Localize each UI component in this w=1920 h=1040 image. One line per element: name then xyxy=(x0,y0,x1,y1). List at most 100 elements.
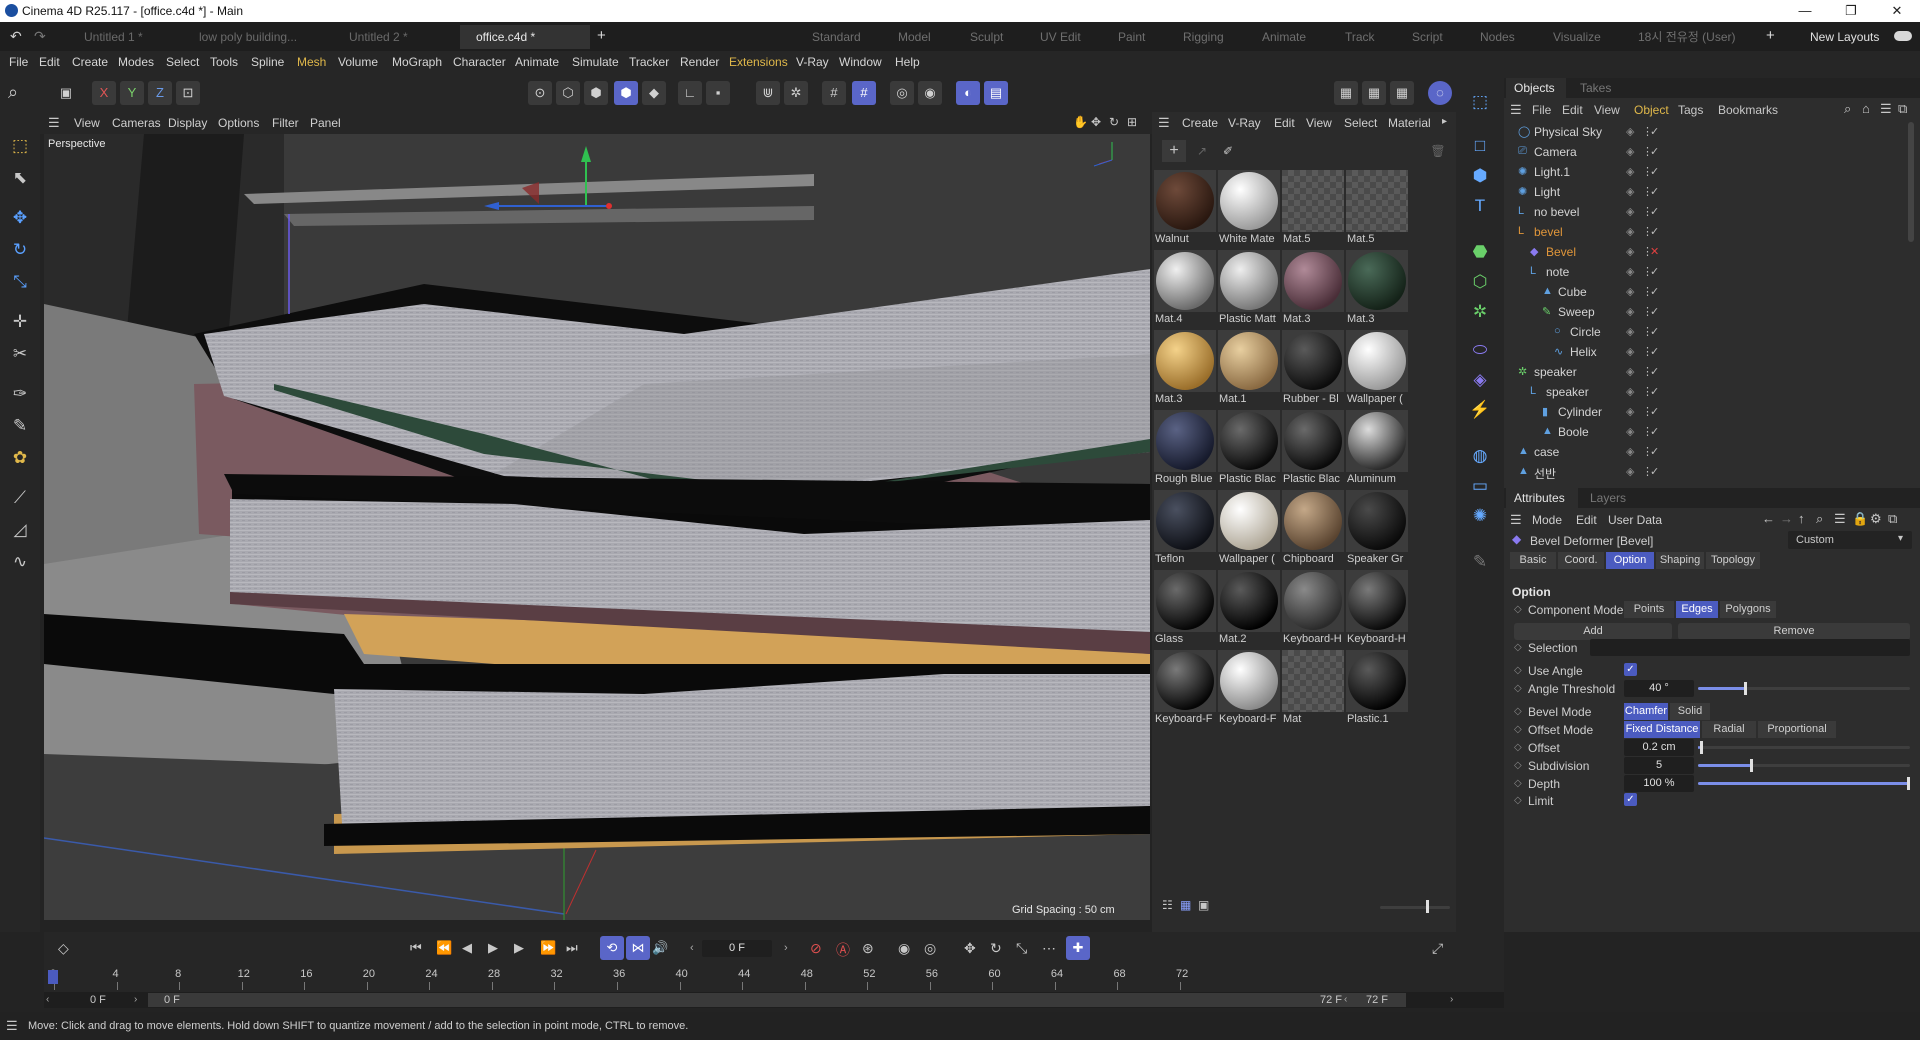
enable-check-icon[interactable]: ✓ xyxy=(1650,345,1659,358)
depth-slider[interactable] xyxy=(1698,782,1910,785)
offset-knob[interactable] xyxy=(1700,741,1704,754)
tag-icon[interactable]: ✎ xyxy=(1466,548,1494,576)
close-button[interactable]: ✕ xyxy=(1874,0,1920,22)
object-name[interactable]: speaker xyxy=(1546,385,1589,399)
layer-icon[interactable]: ◈ xyxy=(1626,145,1634,158)
material-swatch[interactable]: Plastic Matt xyxy=(1218,250,1280,328)
tab-layers[interactable]: Layers xyxy=(1590,491,1626,505)
layer-icon[interactable]: ◈ xyxy=(1626,205,1634,218)
layout-script[interactable]: Script xyxy=(1412,25,1443,49)
keyframe-diamond-icon[interactable]: ◇ xyxy=(1514,706,1522,717)
material-menu-select[interactable]: Select xyxy=(1344,116,1377,130)
range-start-decrement-icon[interactable]: ‹ xyxy=(46,994,49,1005)
material-swatch[interactable]: Keyboard-F xyxy=(1218,650,1280,728)
object-row[interactable]: ▲ Cube ◈ ⋮ ✓ xyxy=(1504,282,1920,302)
material-swatch[interactable]: Wallpaper ( xyxy=(1346,330,1408,408)
object-row[interactable]: ▲ 선반 ◈ ⋮ ✓ xyxy=(1504,462,1920,482)
brush-tool-icon[interactable]: ⟋ xyxy=(6,484,34,512)
axis-y-button[interactable]: Y xyxy=(120,81,144,105)
layout-paint[interactable]: Paint xyxy=(1118,25,1145,49)
menu-window[interactable]: Window xyxy=(839,55,882,69)
object-name[interactable]: Circle xyxy=(1570,325,1601,339)
up-arrow-icon[interactable]: ↑ xyxy=(1798,511,1805,526)
layout-uv-edit[interactable]: UV Edit xyxy=(1040,25,1081,49)
tab-untitled-1[interactable]: Untitled 1 * xyxy=(68,25,198,49)
grid-snap-icon[interactable]: # xyxy=(822,81,846,105)
object-name[interactable]: speaker xyxy=(1534,365,1577,379)
axis-x-button[interactable]: X xyxy=(92,81,116,105)
material-swatch[interactable]: Keyboard-H xyxy=(1346,570,1408,648)
keyframe-diamond-icon[interactable]: ◇ xyxy=(1514,778,1522,789)
material-swatch[interactable]: Mat.3 xyxy=(1154,330,1216,408)
material-menu-view[interactable]: View xyxy=(1306,116,1332,130)
layer-icon[interactable]: ◈ xyxy=(1626,185,1634,198)
material-menu-create[interactable]: Create xyxy=(1182,116,1218,130)
layer-icon[interactable]: ◈ xyxy=(1626,425,1634,438)
timeline-ruler[interactable]: 04812162024283236404448525660646872 xyxy=(44,932,1504,992)
keyframe-diamond-icon[interactable]: ◇ xyxy=(1514,795,1522,806)
subtab-option[interactable]: Option xyxy=(1606,552,1654,569)
material-swatch[interactable]: White Mate xyxy=(1218,170,1280,248)
attributes-settings-icon[interactable]: ⚙ xyxy=(1870,511,1882,527)
menu-edit[interactable]: Edit xyxy=(39,55,60,69)
layout-sculpt[interactable]: Sculpt xyxy=(970,25,1003,49)
viewport-menu-options[interactable]: Options xyxy=(218,116,259,130)
edges-mode-icon[interactable]: ⬡ xyxy=(556,81,580,105)
texture-mode-icon[interactable]: ◆ xyxy=(642,81,666,105)
search-icon[interactable]: ⌕ xyxy=(8,82,18,103)
material-swatch[interactable]: Teflon xyxy=(1154,490,1216,568)
add-layout-icon[interactable]: + xyxy=(1766,27,1775,44)
enable-check-icon[interactable]: ✓ xyxy=(1650,405,1659,418)
edit-render-settings-icon[interactable]: ▦ xyxy=(1390,81,1414,105)
objects-menu-bookmarks[interactable]: Bookmarks xyxy=(1718,103,1778,117)
objects-hamburger-icon[interactable]: ☰ xyxy=(1510,102,1522,118)
light-object-icon[interactable]: ✺ xyxy=(1466,502,1494,530)
spline-pen-icon[interactable]: ✑ xyxy=(6,380,34,408)
viewport-maximize-icon[interactable]: ⊞ xyxy=(1127,115,1137,129)
volume-icon[interactable]: ⚡ xyxy=(1466,396,1494,424)
menu-tracker[interactable]: Tracker xyxy=(629,55,669,69)
object-row[interactable]: ◯ Physical Sky ◈ ⋮ ✓ xyxy=(1504,122,1920,142)
material-swatch[interactable]: Mat.5 xyxy=(1346,170,1408,248)
attributes-hamburger-icon[interactable]: ☰ xyxy=(1510,512,1522,528)
menu-create[interactable]: Create xyxy=(72,55,108,69)
object-row[interactable]: Lnote ◈ ⋮ ✓ xyxy=(1504,262,1920,282)
transform-tool-icon[interactable]: ✛ xyxy=(6,308,34,336)
object-row[interactable]: Lbevel ◈ ⋮ ✓ xyxy=(1504,222,1920,242)
objects-menu-tags[interactable]: Tags xyxy=(1678,103,1703,117)
effector-icon[interactable]: ✲ xyxy=(1466,298,1494,326)
selection-tool-icon[interactable]: ⬉ xyxy=(6,164,34,192)
enable-check-icon[interactable]: ✓ xyxy=(1650,265,1659,278)
subdivision-field[interactable]: 5 xyxy=(1624,757,1694,774)
object-row[interactable]: ○ Circle ◈ ⋮ ✓ xyxy=(1504,322,1920,342)
layout-nodes[interactable]: Nodes xyxy=(1480,25,1515,49)
enable-check-icon[interactable]: ✓ xyxy=(1650,385,1659,398)
object-row[interactable]: Lspeaker ◈ ⋮ ✓ xyxy=(1504,382,1920,402)
range-start-increment-icon[interactable]: › xyxy=(134,994,137,1005)
menu-help[interactable]: Help xyxy=(895,55,920,69)
hamburger-icon[interactable]: ☰ xyxy=(48,115,60,131)
offset-field[interactable]: 0.2 cm xyxy=(1624,739,1694,756)
material-size-slider[interactable] xyxy=(1380,906,1450,909)
component-mode-polygons[interactable]: Polygons xyxy=(1720,601,1776,618)
object-row[interactable]: ✺ Light ◈ ⋮ ✓ xyxy=(1504,182,1920,202)
attributes-new-window-icon[interactable]: ⧉ xyxy=(1888,511,1897,527)
material-swatch[interactable]: Mat.3 xyxy=(1346,250,1408,328)
playhead[interactable] xyxy=(48,970,58,984)
add-tab-button[interactable]: + xyxy=(597,27,606,44)
layer-icon[interactable]: ◈ xyxy=(1626,125,1634,138)
minimize-button[interactable]: — xyxy=(1782,0,1828,22)
menu-vray[interactable]: V-Ray xyxy=(796,55,829,69)
keyframe-diamond-icon[interactable]: ◇ xyxy=(1514,683,1522,694)
enable-check-icon[interactable]: ✓ xyxy=(1650,165,1659,178)
limit-checkbox[interactable]: ✓ xyxy=(1624,793,1637,806)
menu-extensions[interactable]: Extensions xyxy=(729,55,788,69)
material-swatch[interactable]: Chipboard xyxy=(1282,490,1344,568)
attributes-menu-user-data[interactable]: User Data xyxy=(1608,513,1662,527)
subtab-coord[interactable]: Coord. xyxy=(1558,552,1604,569)
objects-menu-file[interactable]: File xyxy=(1532,103,1551,117)
menu-mesh[interactable]: Mesh xyxy=(297,55,326,69)
attributes-menu-edit[interactable]: Edit xyxy=(1576,513,1597,527)
material-menu-vray[interactable]: V-Ray xyxy=(1228,116,1261,130)
objects-filter-icon[interactable]: ☰ xyxy=(1880,101,1892,117)
